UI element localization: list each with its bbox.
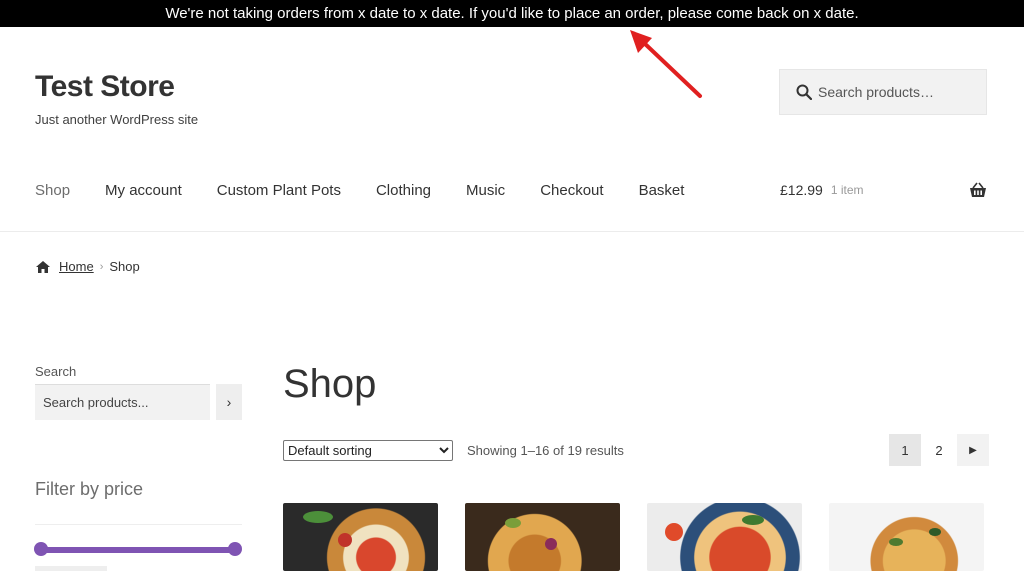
pagination: 1 2 ▶ xyxy=(889,434,989,466)
nav-item-basket[interactable]: Basket xyxy=(639,182,685,199)
olive-icon xyxy=(929,528,941,536)
nav-item-music[interactable]: Music xyxy=(466,182,505,199)
price-range-track[interactable] xyxy=(40,547,235,553)
nav-item-checkout[interactable]: Checkout xyxy=(540,182,603,199)
store-notice-text: We're not taking orders from x date to x… xyxy=(165,5,859,22)
header-cart[interactable]: £12.99 1 item xyxy=(780,182,987,198)
basket-icon[interactable] xyxy=(969,182,987,198)
sidebar-search-label: Search xyxy=(35,364,77,379)
price-slider-min-handle[interactable] xyxy=(34,542,48,556)
product-image[interactable] xyxy=(829,503,984,571)
nav-item-my-account[interactable]: My account xyxy=(105,182,182,199)
header-search-box[interactable] xyxy=(779,69,987,115)
breadcrumb-separator-icon: › xyxy=(99,260,104,273)
sidebar-search-input[interactable] xyxy=(35,384,210,420)
sidebar-search-form: › xyxy=(35,384,242,420)
product-image[interactable] xyxy=(283,503,438,571)
basil-leaf-icon xyxy=(303,511,333,523)
header-divider xyxy=(0,231,1024,232)
product-image[interactable] xyxy=(465,503,620,571)
onion-icon xyxy=(545,538,557,550)
product-image[interactable] xyxy=(647,503,802,571)
nav-item-custom-plant-pots[interactable]: Custom Plant Pots xyxy=(217,182,341,199)
basil-leaf-icon xyxy=(742,515,764,525)
nav-item-clothing[interactable]: Clothing xyxy=(376,182,431,199)
search-icon xyxy=(796,84,812,100)
pagination-current-page: 1 xyxy=(889,434,921,466)
sorting-select[interactable]: Default sorting xyxy=(283,440,453,461)
header-search-input[interactable] xyxy=(818,84,978,100)
cart-item-count[interactable]: 1 item xyxy=(831,183,864,197)
filter-divider xyxy=(35,524,242,525)
tomato-icon xyxy=(665,523,683,541)
cart-total[interactable]: £12.99 xyxy=(780,182,823,198)
pagination-next-arrow-icon[interactable]: ▶ xyxy=(957,434,989,466)
pagination-page-2[interactable]: 2 xyxy=(923,434,955,466)
site-title[interactable]: Test Store xyxy=(35,70,175,104)
nav-item-shop[interactable]: Shop xyxy=(35,182,70,199)
site-description: Just another WordPress site xyxy=(35,112,199,127)
page-title: Shop xyxy=(283,362,377,406)
store-notice-bar: We're not taking orders from x date to x… xyxy=(0,0,1024,27)
annotation-arrow-icon xyxy=(630,30,702,98)
filter-by-price-title: Filter by price xyxy=(35,479,144,499)
breadcrumb: Home › Shop xyxy=(35,259,140,274)
sidebar-search-submit-button[interactable]: › xyxy=(216,384,242,420)
home-icon xyxy=(36,260,50,273)
price-slider-max-handle[interactable] xyxy=(228,542,242,556)
price-filter-button[interactable] xyxy=(35,566,107,571)
pepper-icon xyxy=(505,518,521,528)
result-count: Showing 1–16 of 19 results xyxy=(467,443,624,458)
herb-icon xyxy=(889,538,903,546)
breadcrumb-home-link[interactable]: Home xyxy=(59,259,94,274)
breadcrumb-current: Shop xyxy=(109,259,140,274)
primary-navigation: Shop My account Custom Plant Pots Clothi… xyxy=(35,182,719,199)
tomato-icon xyxy=(338,533,352,547)
